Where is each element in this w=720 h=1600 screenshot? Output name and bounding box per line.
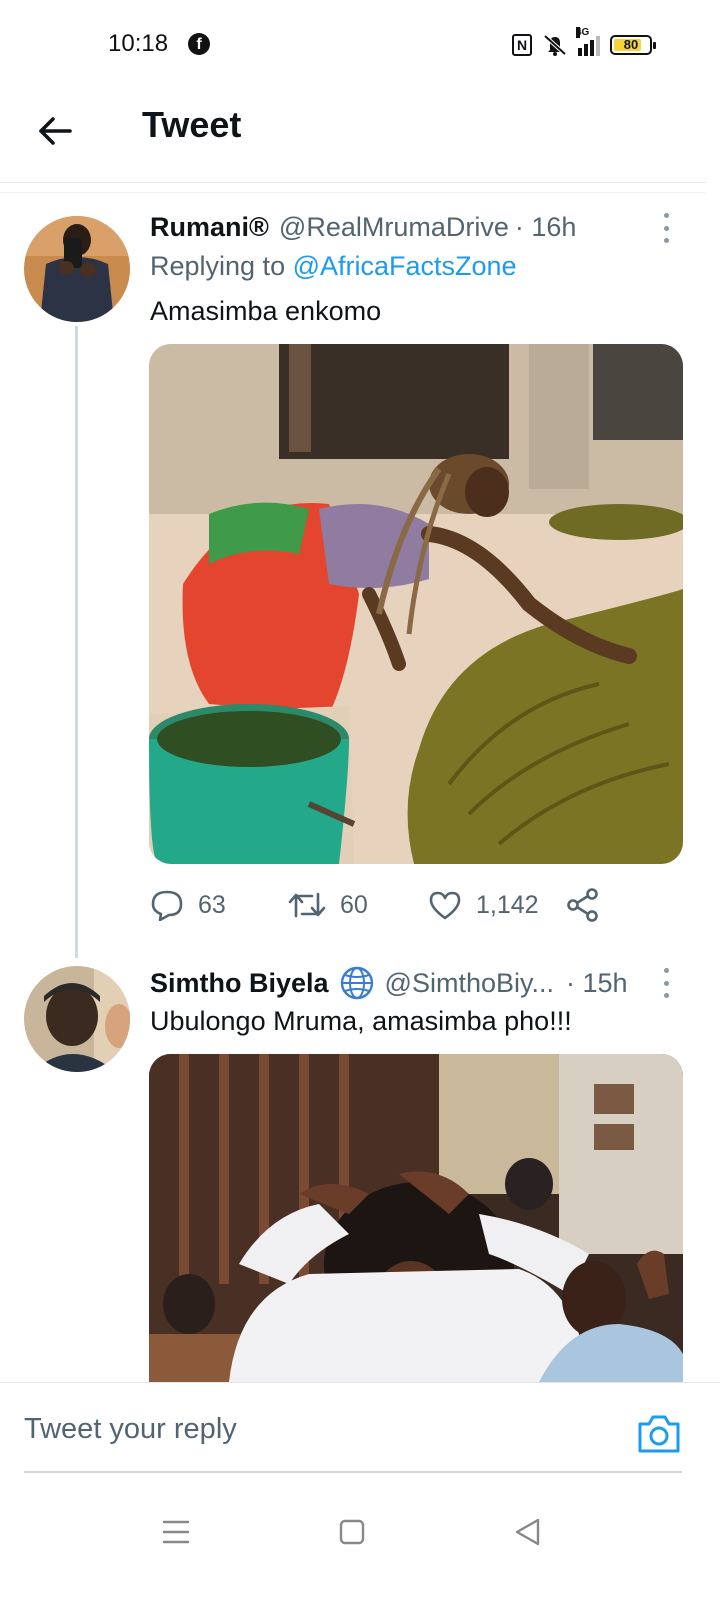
user-handle[interactable]: @SimthoBiy... [385,968,554,999]
tweet-time: · 15h [566,967,628,998]
more-options-icon[interactable] [660,968,672,998]
camera-button[interactable] [636,1413,682,1455]
menu-button[interactable] [156,1512,196,1552]
display-name[interactable]: Simtho Biyela [150,968,329,999]
tweet-text: Ubulongo Mruma, amasimba pho!!! [150,1006,572,1036]
reply-input[interactable]: Tweet your reply [24,1413,237,1446]
home-button[interactable] [332,1512,372,1552]
input-underline [24,1471,682,1473]
globe-icon [340,966,373,1000]
tweet-header: Simtho Biyela @SimthoBiy... · 15h [150,965,628,1001]
tweet-image[interactable] [149,1054,683,1382]
menu-icon [162,1520,190,1544]
system-nav-bar [0,1490,720,1600]
back-nav-button[interactable] [508,1512,548,1552]
camera-icon [638,1415,680,1453]
back-triangle-icon [515,1518,540,1546]
home-square-icon [339,1519,365,1545]
avatar[interactable] [24,966,130,1072]
tweet-reply[interactable]: Simtho Biyela @SimthoBiy... · 15h Ubulon… [0,0,706,1382]
